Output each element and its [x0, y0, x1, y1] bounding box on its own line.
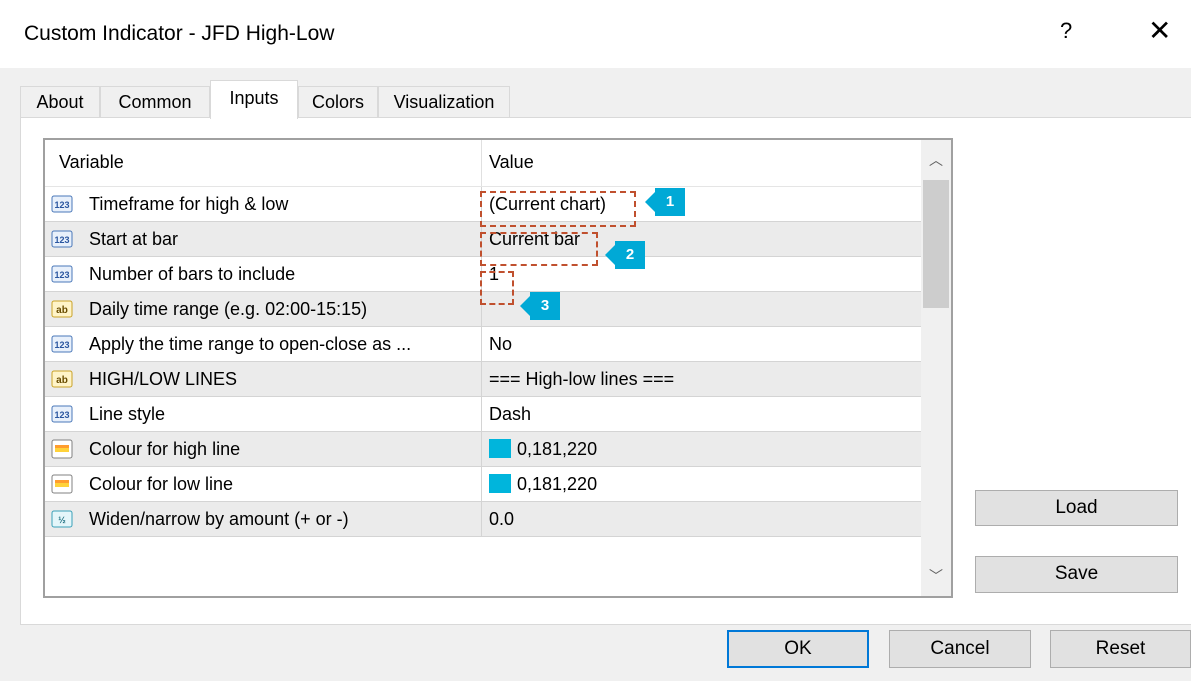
text-icon: ab [51, 368, 73, 390]
svg-text:ab: ab [56, 305, 68, 316]
window-title: Custom Indicator - JFD High-Low [24, 22, 335, 45]
variable-name: Line style [89, 404, 166, 424]
variable-name: Timeframe for high & low [89, 194, 289, 214]
cell-divider [481, 467, 482, 502]
value-text: === High-low lines === [489, 369, 675, 389]
column-header-value[interactable]: Value [489, 152, 534, 173]
scroll-up-icon[interactable]: ︿ [929, 150, 943, 170]
tab-common[interactable]: Common [100, 86, 210, 117]
cell-divider [481, 327, 482, 362]
numeric-icon: 123 [51, 263, 73, 285]
numeric-icon: 123 [51, 403, 73, 425]
svg-text:ab: ab [56, 375, 68, 386]
variable-name: Apply the time range to open-close as ..… [89, 334, 412, 354]
variable-name: Daily time range (e.g. 02:00-15:15) [89, 299, 368, 319]
reset-button[interactable]: Reset [1050, 630, 1191, 668]
close-button[interactable]: ✕ [1148, 14, 1171, 47]
svg-text:123: 123 [54, 200, 69, 210]
tab-label: Colors [311, 92, 364, 112]
color-swatch[interactable] [489, 474, 511, 493]
numeric-icon: 123 [51, 193, 73, 215]
highlight-box-1 [480, 191, 636, 227]
table-row[interactable]: ab HIGH/LOW LINES === High-low lines === [45, 362, 921, 397]
numeric-icon: 123 [51, 228, 73, 250]
table-row[interactable]: Colour for low line 0,181,220 [45, 467, 921, 502]
column-header-variable[interactable]: Variable [59, 152, 124, 173]
table-row[interactable]: Colour for high line 0,181,220 [45, 432, 921, 467]
tab-label: Inputs [229, 88, 279, 108]
cell-divider [481, 397, 482, 432]
highlight-box-2 [480, 232, 598, 266]
cell-divider [481, 502, 482, 537]
table-row[interactable]: 123 Line style Dash [45, 397, 921, 432]
help-button[interactable]: ? [1060, 18, 1072, 44]
title-bar: Custom Indicator - JFD High-Low ? ✕ [0, 0, 1191, 68]
variable-name: HIGH/LOW LINES [89, 369, 238, 389]
variable-value[interactable]: 0,181,220 [489, 439, 597, 460]
svg-text:123: 123 [54, 410, 69, 420]
value-text: 0,181,220 [517, 474, 598, 494]
ok-button[interactable]: OK [727, 630, 869, 668]
svg-text:123: 123 [54, 340, 69, 350]
scroll-thumb[interactable] [923, 180, 949, 308]
highlight-box-3 [480, 271, 514, 305]
text-icon: ab [51, 298, 73, 320]
grid-header: Variable Value [45, 140, 921, 187]
cell-divider [481, 362, 482, 397]
callout-badge-1: 1 [645, 188, 685, 216]
save-button[interactable]: Save [975, 556, 1178, 593]
table-row[interactable]: ½ Widen/narrow by amount (+ or -) 0.0 [45, 502, 921, 537]
numeric-icon: 123 [51, 333, 73, 355]
color-swatch[interactable] [489, 439, 511, 458]
value-text: No [489, 334, 513, 354]
column-divider[interactable] [481, 140, 482, 186]
color-icon [51, 438, 73, 460]
svg-text:½: ½ [58, 515, 66, 525]
variable-value[interactable]: === High-low lines === [489, 369, 674, 390]
svg-text:123: 123 [54, 235, 69, 245]
tab-label: About [36, 92, 84, 112]
variable-value[interactable]: No [489, 334, 512, 355]
tab-label: Common [118, 92, 192, 112]
svg-text:123: 123 [54, 270, 69, 280]
fraction-icon: ½ [51, 508, 73, 530]
variable-value[interactable]: 0.0 [489, 509, 514, 530]
callout-badge-2: 2 [605, 241, 645, 269]
variable-value[interactable]: 0,181,220 [489, 474, 597, 495]
tab-colors[interactable]: Colors [298, 86, 378, 117]
cell-divider [481, 432, 482, 467]
variable-name: Widen/narrow by amount (+ or -) [89, 509, 349, 529]
tab-inputs[interactable]: Inputs [210, 80, 298, 119]
variable-name: Start at bar [89, 229, 179, 249]
load-button[interactable]: Load [975, 490, 1178, 526]
tab-visualization[interactable]: Visualization [378, 86, 510, 117]
value-text: 0,181,220 [517, 439, 598, 459]
tab-label: Visualization [393, 92, 495, 112]
scroll-down-icon[interactable]: ﹀ [929, 566, 943, 586]
value-text: 0.0 [489, 509, 515, 529]
table-row[interactable]: 123 Apply the time range to open-close as… [45, 327, 921, 362]
color-icon [51, 473, 73, 495]
variable-name: Colour for low line [89, 474, 234, 494]
callout-badge-3: 3 [520, 292, 560, 320]
vertical-scrollbar[interactable]: ︿ ﹀ [921, 140, 951, 596]
cancel-button[interactable]: Cancel [889, 630, 1031, 668]
tab-about[interactable]: About [20, 86, 100, 117]
value-text: Dash [489, 404, 532, 424]
variable-name: Colour for high line [89, 439, 241, 459]
variable-value[interactable]: Dash [489, 404, 531, 425]
variable-name: Number of bars to include [89, 264, 296, 284]
